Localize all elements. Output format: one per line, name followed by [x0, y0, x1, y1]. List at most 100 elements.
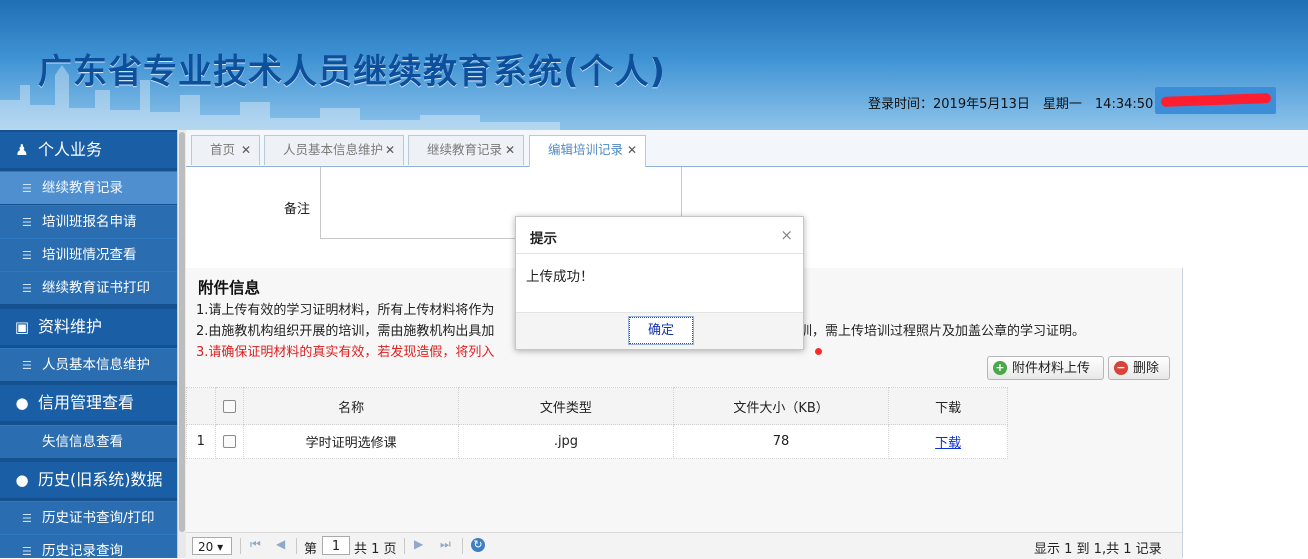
tab-personal-info[interactable]: 人员基本信息维护 ✕ — [264, 135, 404, 165]
page-size-value: 20 — [198, 540, 214, 554]
file-type: .jpg — [457, 424, 674, 459]
next-page-icon[interactable]: ▶ — [414, 537, 423, 551]
ok-button[interactable]: 确定 — [628, 316, 694, 345]
sidebar-group-data-maintenance[interactable]: ▣ 资料维护 — [0, 309, 177, 345]
select-all-checkbox[interactable] — [222, 399, 236, 413]
minus-icon: − — [1114, 361, 1128, 375]
user-icon: ♟ — [15, 141, 29, 159]
chevron-down-icon: ▾ — [217, 540, 224, 554]
attachment-title: 附件信息 — [198, 279, 261, 297]
dialog-footer: 确定 — [516, 313, 803, 349]
table-header-row: 名称 文件类型 文件大小（KB） 下载 — [186, 387, 1008, 425]
sidebar-item-label: 人员基本信息维护 — [42, 357, 150, 373]
dialog-body: 上传成功！ — [516, 254, 803, 313]
last-page-icon[interactable]: ⏭ — [440, 537, 451, 552]
dialog-header: 提示 × — [516, 217, 803, 254]
download-link[interactable]: 下载 — [935, 436, 961, 451]
note-1: 1.请上传有效的学习证明材料，所有上传材料将作为 — [196, 303, 495, 318]
sidebar-item-label: 继续教育证书打印 — [42, 280, 150, 296]
list-icon: ☰ — [22, 359, 32, 372]
close-icon[interactable]: ✕ — [385, 136, 395, 164]
table-row[interactable]: 1 学时证明选修课 .jpg 78 下载 — [186, 424, 1008, 459]
book-icon: ▣ — [14, 318, 30, 336]
tab-label: 首页 — [210, 142, 236, 157]
close-icon[interactable]: × — [780, 226, 793, 244]
bulb-icon: ● — [15, 394, 29, 412]
sidebar-item-dishonesty-info[interactable]: 失信信息查看 — [0, 425, 177, 458]
column-download: 下载 — [888, 387, 1008, 425]
sidebar-item-history-records[interactable]: ☰ 历史记录查询 — [0, 534, 177, 558]
column-name: 名称 — [243, 387, 459, 425]
sidebar-item-cert-print[interactable]: ☰ 继续教育证书打印 — [0, 271, 177, 304]
list-icon: ☰ — [22, 216, 32, 229]
redacted-username — [1160, 93, 1272, 107]
tab-home[interactable]: 首页 ✕ — [191, 135, 260, 165]
close-icon[interactable]: ✕ — [627, 136, 637, 164]
pagination-info: 显示 1 到 1,共 1 记录 — [1034, 542, 1162, 557]
upload-attachment-button[interactable]: + 附件材料上传 — [987, 356, 1104, 380]
attachment-table: 名称 文件类型 文件大小（KB） 下载 1 学时证明选修课 .jpg 78 下载 — [186, 387, 1008, 459]
sidebar-item-label: 继续教育记录 — [42, 180, 123, 196]
sidebar: ♟ 个人业务 ☰ 继续教育记录 ☰ 培训班报名申请 ☰ 培训班情况查看 ☰ 继续教育证书打… — [0, 130, 186, 558]
column-size: 文件大小（KB） — [672, 387, 890, 425]
first-page-icon[interactable]: ⏮ — [250, 537, 261, 552]
row-checkbox-cell — [214, 424, 245, 459]
row-checkbox[interactable] — [222, 435, 236, 448]
tab-education-records[interactable]: 继续教育记录 ✕ — [408, 135, 524, 165]
sidebar-group-history[interactable]: ● 历史(旧系统)数据 — [0, 462, 177, 498]
sidebar-group-label: 历史(旧系统)数据 — [38, 470, 163, 489]
divider — [240, 538, 241, 554]
refresh-icon[interactable]: ↻ — [471, 538, 485, 552]
list-icon: ☰ — [22, 182, 32, 195]
list-icon: ☰ — [22, 249, 32, 262]
divider — [296, 538, 297, 554]
sidebar-scrollbar[interactable] — [177, 130, 186, 558]
user-badge[interactable] — [1155, 87, 1276, 114]
status-dot — [815, 348, 822, 355]
sidebar-group-credit[interactable]: ● 信用管理查看 — [0, 385, 177, 421]
note-2-tail: 训，需上传培训过程照片及加盖公章的学习证明。 — [799, 324, 1086, 339]
sidebar-item-label: 历史记录查询 — [42, 543, 123, 558]
plus-icon: + — [993, 361, 1007, 375]
sidebar-item-personal-info[interactable]: ☰ 人员基本信息维护 — [0, 348, 177, 381]
sidebar-group-label: 个人业务 — [38, 140, 103, 159]
sidebar-item-education-records[interactable]: ☰ 继续教育记录 — [0, 171, 177, 204]
app-header: 广东省专业技术人员继续教育系统(个人) 登录时间：2019年5月13日 星期一 … — [0, 0, 1308, 130]
sidebar-item-class-signup[interactable]: ☰ 培训班报名申请 — [0, 205, 177, 238]
tab-label: 编辑培训记录 — [548, 142, 624, 157]
page-label-pre: 第 — [304, 542, 318, 557]
prev-page-icon[interactable]: ◀ — [276, 537, 285, 551]
sidebar-item-label: 失信信息查看 — [42, 434, 123, 450]
pagination-bar: 20 ▾ ⏮ ◀ 第 1 共 1 页 ▶ ⏭ ↻ 显示 1 到 1,共 1 记录 — [186, 532, 1182, 559]
sidebar-group-label: 信用管理查看 — [38, 393, 135, 412]
delete-button-label: 删除 — [1133, 361, 1160, 376]
sidebar-item-label: 历史证书查询/打印 — [42, 510, 155, 526]
file-size: 78 — [672, 424, 890, 459]
page-number-input[interactable]: 1 — [322, 536, 350, 555]
bulb-icon: ● — [15, 471, 29, 489]
close-icon[interactable]: ✕ — [505, 136, 515, 164]
dialog-title: 提示 — [530, 231, 557, 247]
dialog-message: 上传成功！ — [526, 269, 594, 285]
close-icon[interactable]: ✕ — [241, 136, 251, 164]
sidebar-group-personal[interactable]: ♟ 个人业务 — [0, 132, 177, 168]
login-time: 登录时间：2019年5月13日 星期一 14:34:50 — [868, 97, 1154, 112]
download-cell: 下载 — [888, 424, 1008, 459]
sidebar-item-class-status[interactable]: ☰ 培训班情况查看 — [0, 238, 177, 271]
note-3-warning: 3.请确保证明材料的真实有效，若发现造假，将列入 — [196, 345, 495, 360]
tab-edit-training-record[interactable]: 编辑培训记录 ✕ — [529, 135, 646, 167]
select-all-header — [214, 387, 245, 425]
upload-button-label: 附件材料上传 — [1012, 361, 1091, 376]
divider — [462, 538, 463, 554]
app-title: 广东省专业技术人员继续教育系统(个人) — [38, 52, 667, 92]
column-type: 文件类型 — [457, 387, 674, 425]
delete-button[interactable]: − 删除 — [1108, 356, 1170, 380]
list-icon: ☰ — [22, 282, 32, 295]
scrollbar-thumb[interactable] — [179, 132, 185, 532]
alert-dialog: 提示 × 上传成功！ 确定 — [515, 216, 804, 350]
list-icon: ☰ — [22, 512, 32, 525]
sidebar-item-history-cert[interactable]: ☰ 历史证书查询/打印 — [0, 501, 177, 534]
file-name: 学时证明选修课 — [243, 424, 459, 459]
tab-bar: 首页 ✕ 人员基本信息维护 ✕ 继续教育记录 ✕ 编辑培训记录 ✕ — [186, 130, 1308, 167]
page-size-select[interactable]: 20 ▾ — [192, 537, 232, 555]
